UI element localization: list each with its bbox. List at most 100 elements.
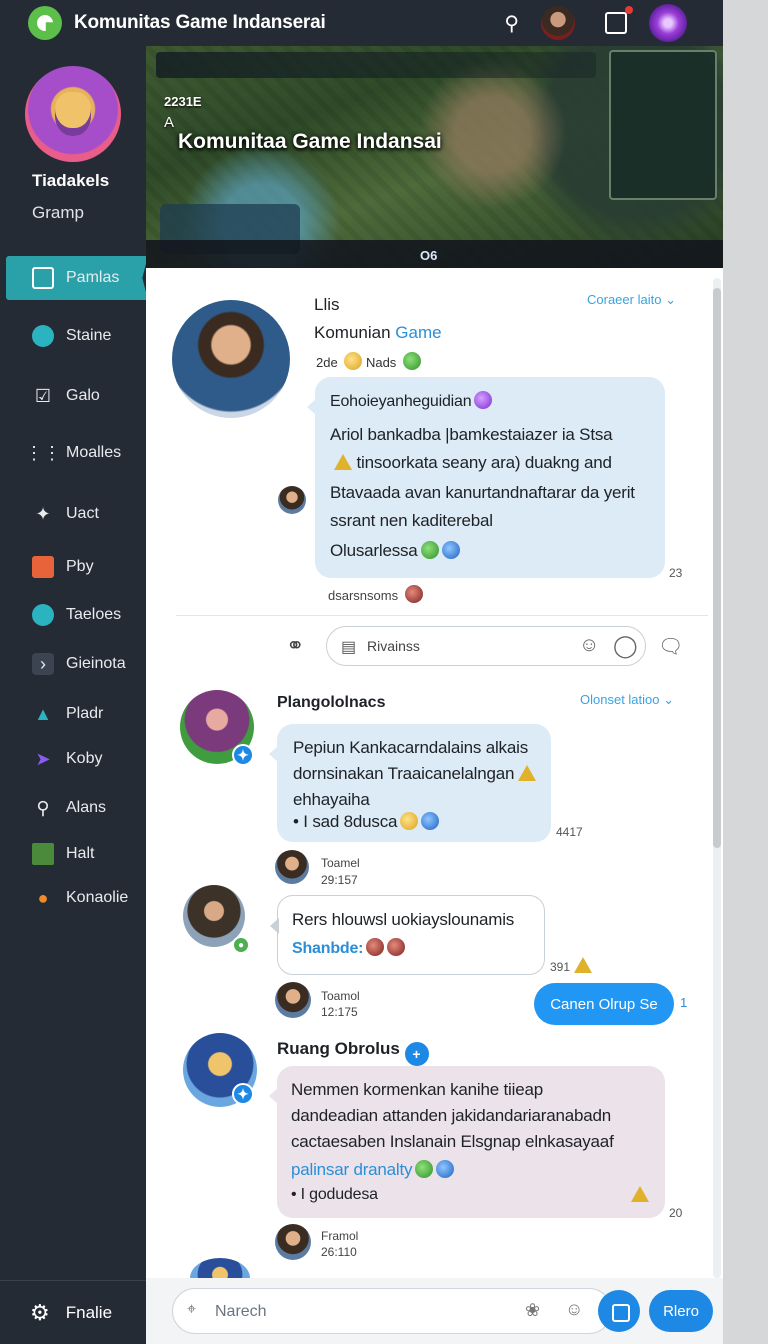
sidebar: Tiadakels Gramp Pamlas Staine ☑ Galo ⋮⋮ … (0, 46, 148, 1344)
warning-icon (631, 1186, 649, 1202)
post-link[interactable]: Olonset latioo ⌄ (580, 692, 674, 708)
user-avatar[interactable] (541, 6, 575, 40)
reply-author: Toamol (321, 989, 360, 1003)
sidebar-item-galo[interactable]: ☑ Galo (0, 376, 146, 416)
warning-icon (574, 957, 593, 973)
post-author: Komunian Game (314, 323, 442, 343)
avatar[interactable] (278, 486, 306, 514)
message-input[interactable]: ⌖ Narech ❀ ☺ (172, 1288, 612, 1334)
drop-icon (436, 1160, 455, 1178)
post-link[interactable]: Coraeer laito ⌄ (587, 292, 676, 308)
search-icon: ⚲ (36, 797, 50, 818)
chat-icon (32, 604, 54, 626)
post-footer: dsarsnsoms (328, 585, 423, 603)
reaction-count: 4417 (556, 825, 583, 839)
image-icon (32, 556, 54, 578)
message-composer: ⌖ Narech ❀ ☺ Rlero (146, 1278, 723, 1344)
message-bubble: Rers hlouwsl uokiayslounamis Shanbde: (270, 895, 545, 975)
sticker-icon[interactable]: ❀ (525, 1300, 540, 1321)
comment-icon[interactable]: 🗨 (658, 634, 683, 659)
post-author-line1: Llis (314, 295, 340, 314)
sidebar-item-konaolie[interactable]: ● Konaolie (0, 878, 146, 918)
bubble-title: Eohoieyanheguidian (330, 391, 493, 411)
banner-code: O6 (420, 248, 438, 263)
sidebar-item-uact[interactable]: ✦ Uact (0, 494, 146, 534)
emoji-icon[interactable]: ☺ (565, 1299, 583, 1320)
group-avatar[interactable] (25, 66, 121, 162)
message-tag-text: Shanbde: (292, 940, 364, 957)
emoji-icon[interactable]: ☺ (579, 634, 599, 657)
sidebar-item-taeloes[interactable]: Taeloes (0, 595, 146, 635)
reaction-count-text: 391 (550, 960, 571, 974)
window-gutter (723, 0, 768, 1344)
reply-meta: 12:175 (321, 1005, 358, 1019)
avatar[interactable] (275, 1224, 311, 1260)
sidebar-item-pby[interactable]: Pby (0, 547, 146, 587)
reaction-count: 391 (550, 957, 593, 974)
message-line: • I sad 8dusca (293, 812, 440, 832)
reaction-count: 20 (669, 1206, 683, 1220)
circle-icon[interactable]: ◯ (613, 633, 638, 659)
app-logo-icon[interactable] (28, 6, 62, 40)
message-line-text: dornsinakan Traaicanelalngan (293, 764, 515, 783)
attach-icon[interactable]: ⌖ (187, 1301, 196, 1319)
sidebar-item-halt[interactable]: Halt (0, 834, 146, 874)
sidebar-item-label: Taeloes (66, 606, 122, 623)
leaf-icon (415, 1160, 434, 1178)
join-group-button[interactable]: Canen Olrup Se (534, 983, 674, 1025)
sidebar-item-label: Pby (66, 558, 94, 575)
post-meta-label: Nads (365, 355, 397, 370)
avatar[interactable] (275, 850, 309, 884)
search-icon[interactable]: ⚲ (504, 11, 519, 36)
message-tag: Shanbde: (292, 938, 406, 958)
message-feed[interactable]: Llis Komunian Game 2de Nads Coraeer lait… (146, 268, 723, 1278)
coin-icon (344, 352, 363, 370)
notification-icon[interactable] (605, 6, 633, 34)
post-author: Ruang Obrolus + (277, 1039, 429, 1066)
sidebar-item-moalles[interactable]: ⋮⋮ Moalles (0, 433, 146, 473)
verified-icon: ✦ (232, 744, 254, 766)
message-bubble: Eohoieyanheguidian Ariol bankadba |bamke… (307, 377, 665, 578)
send-button[interactable]: Rlero (649, 1290, 713, 1332)
post-link-label: Olonset latioo (580, 692, 660, 707)
reply-input[interactable]: ▤ Rivainss ☺ ◯ (326, 626, 646, 666)
sidebar-item-alans[interactable]: ⚲ Alans (0, 788, 146, 828)
reaction-count: 23 (669, 566, 683, 580)
message-link[interactable]: palinsar dranalty (291, 1160, 455, 1180)
avatar[interactable] (190, 1258, 250, 1278)
sidebar-item-koby[interactable]: ➤ Koby (0, 739, 146, 779)
chart-icon (32, 843, 54, 865)
sidebar-item-pamlas[interactable]: Pamlas (6, 256, 148, 300)
reply-author: Framol (321, 1229, 359, 1243)
people-icon[interactable]: ⚭ (286, 633, 304, 659)
avatar[interactable] (172, 300, 290, 418)
add-icon[interactable]: + (404, 1042, 429, 1066)
message-line-text: Olusarlessa (330, 541, 418, 560)
avatar (366, 938, 385, 956)
sidebar-item-gieinota[interactable]: › Gieinota (0, 644, 146, 684)
post-footer-text: dsarsnsoms (328, 588, 399, 603)
divider (176, 615, 708, 616)
drop-icon (421, 812, 440, 830)
banner-level: 2231E (164, 94, 202, 109)
message-line-text: tinsoorkata seany ara) duakng and (356, 453, 612, 472)
message-line: ssrant nen kaditerebal (330, 511, 493, 530)
reply-meta: 26:110 (321, 1245, 357, 1259)
avatar[interactable] (275, 982, 311, 1018)
drop-icon (441, 541, 460, 559)
pin-icon: ✦ (35, 503, 51, 524)
scrollbar-thumb[interactable] (713, 288, 721, 848)
sidebar-item-staine[interactable]: Staine (0, 316, 146, 356)
top-actions: ⚲ (504, 0, 723, 46)
post-author-line2: Komunian (314, 323, 391, 342)
warning-icon (334, 454, 352, 470)
avatar (404, 585, 423, 603)
verified-icon: ✦ (232, 1083, 254, 1105)
send-icon[interactable] (598, 1290, 640, 1332)
sidebar-item-pladr[interactable]: ▲ Pladr (0, 694, 146, 734)
gear-icon: ⚙ (30, 1299, 50, 1325)
sidebar-item-settings[interactable]: ⚙ Fnalie (0, 1280, 146, 1344)
message-line: tinsoorkata seany ara) duakng and (330, 453, 612, 473)
spark-icon[interactable] (649, 4, 687, 42)
document-icon: ▤ (341, 639, 357, 656)
